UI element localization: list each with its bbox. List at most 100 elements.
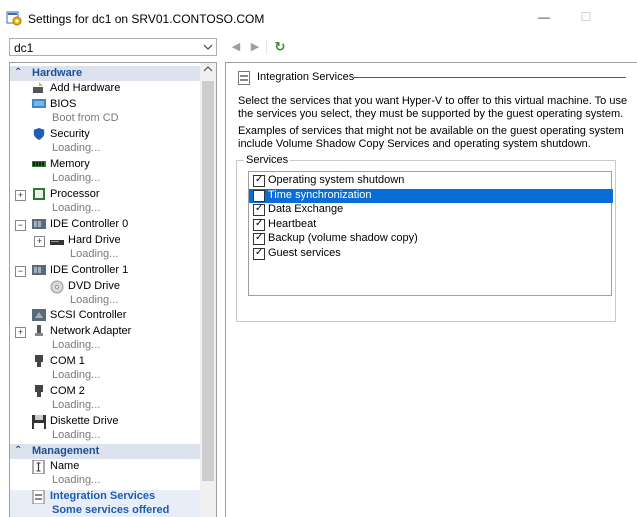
- expand-icon[interactable]: +: [15, 327, 26, 338]
- checkmark-icon: ✓: [255, 203, 264, 214]
- dvd-drive-label: DVD Drive: [68, 280, 120, 292]
- title-bar: Settings for dc1 on SRV01.CONTOSO.COM — …: [0, 0, 637, 36]
- network-sub: Loading...: [52, 339, 101, 351]
- window-title: Settings for dc1 on SRV01.CONTOSO.COM: [28, 12, 265, 26]
- dvd-drive-sub: Loading...: [70, 294, 119, 306]
- shield-icon: [33, 128, 45, 140]
- service-checkbox[interactable]: [253, 189, 265, 202]
- refresh-button[interactable]: ↻: [273, 40, 287, 54]
- com1-sub: Loading...: [52, 369, 101, 381]
- description-text: Select the services that you want Hyper-…: [238, 95, 628, 120]
- integration-services-icon: [32, 490, 45, 504]
- service-checkbox[interactable]: ✓: [253, 174, 265, 187]
- com1-label: COM 1: [50, 355, 85, 367]
- service-label: Operating system shutdown: [268, 174, 405, 186]
- name-icon: [32, 460, 45, 474]
- sidebar-item-memory[interactable]: Memory Loading...: [10, 158, 200, 186]
- service-checkbox[interactable]: ✓: [253, 217, 265, 231]
- sidebar-item-integration-services[interactable]: Integration Services Some services offer…: [10, 490, 200, 517]
- processor-label: Processor: [50, 188, 100, 200]
- name-sub: Loading...: [52, 474, 101, 486]
- processor-sub: Loading...: [52, 202, 101, 214]
- scrollbar-thumb[interactable]: [202, 81, 214, 481]
- settings-tree: ⌃ Hardware Add Hardware BIOS Boot from C…: [9, 62, 217, 517]
- examples-text: Examples of services that might not be a…: [238, 125, 624, 150]
- integration-services-icon: [238, 71, 250, 85]
- integration-label: Integration Services: [50, 490, 156, 502]
- scsi-controller-icon: [32, 309, 46, 321]
- collapse-icon: ⌃: [14, 67, 23, 78]
- name-label: Name: [50, 460, 80, 472]
- service-item[interactable]: ✓ Guest services: [249, 247, 613, 261]
- collapse-icon[interactable]: −: [15, 220, 26, 231]
- add-hardware-label: Add Hardware: [50, 82, 121, 94]
- security-sub: Loading...: [52, 142, 101, 154]
- sidebar-item-security[interactable]: Security Loading...: [10, 128, 200, 156]
- collapse-icon[interactable]: −: [15, 266, 26, 277]
- checkmark-icon: ✓: [255, 232, 264, 243]
- checkmark-icon: ✓: [255, 246, 264, 258]
- sidebar-item-bios[interactable]: BIOS Boot from CD: [10, 98, 200, 126]
- service-checkbox[interactable]: ✓: [253, 232, 265, 245]
- service-item[interactable]: Time synchronization: [249, 188, 613, 203]
- service-item[interactable]: ✓ Backup (volume shadow copy): [249, 232, 613, 246]
- com-port-icon: [35, 385, 43, 397]
- tree-scrollbar[interactable]: [200, 63, 216, 517]
- management-header-label: Management: [32, 445, 100, 457]
- service-label: Time synchronization: [268, 188, 372, 201]
- sidebar-item-network-adapter[interactable]: + Network Adapter Loading...: [10, 325, 200, 353]
- back-button[interactable]: ◀: [229, 40, 243, 54]
- com2-sub: Loading...: [52, 399, 101, 411]
- management-section-header[interactable]: ⌃ Management: [10, 444, 200, 459]
- service-label: Backup (volume shadow copy): [268, 232, 418, 244]
- security-label: Security: [50, 128, 90, 140]
- services-group-label: Services: [244, 154, 291, 166]
- pane-splitter[interactable]: [217, 58, 225, 517]
- collapse-icon: ⌃: [14, 445, 23, 456]
- checkmark-icon: ✓: [255, 217, 264, 229]
- hard-drive-label: Hard Drive: [68, 234, 121, 246]
- service-checkbox[interactable]: ✓: [253, 246, 265, 260]
- sidebar-item-name[interactable]: Name Loading...: [10, 460, 200, 488]
- chevron-down-icon: [203, 44, 213, 50]
- scroll-up-icon[interactable]: [203, 65, 213, 73]
- dvd-disc-icon: [50, 280, 64, 294]
- service-item[interactable]: ✓ Operating system shutdown: [249, 174, 613, 188]
- hardware-section-header[interactable]: ⌃ Hardware: [10, 66, 200, 81]
- processor-icon: [33, 188, 45, 200]
- sidebar-item-com1[interactable]: COM 1 Loading...: [10, 355, 200, 383]
- bios-label: BIOS: [50, 98, 77, 110]
- service-label: Data Exchange: [268, 203, 344, 215]
- sidebar-item-hard-drive[interactable]: + Hard Drive Loading...: [10, 234, 200, 262]
- memory-icon: [32, 161, 46, 167]
- title-divider: [354, 77, 626, 78]
- expand-icon[interactable]: +: [15, 190, 26, 201]
- ide1-label: IDE Controller 1: [50, 264, 129, 276]
- bios-chip-icon: [32, 99, 46, 108]
- service-label: Heartbeat: [268, 217, 317, 230]
- settings-app-icon: [6, 11, 22, 26]
- ide-controller-icon: [32, 265, 46, 275]
- vm-select-dropdown[interactable]: dc1: [9, 38, 217, 56]
- sidebar-item-diskette-drive[interactable]: Diskette Drive Loading...: [10, 415, 200, 443]
- forward-button[interactable]: ▶: [248, 40, 262, 54]
- sidebar-item-com2[interactable]: COM 2 Loading...: [10, 385, 200, 413]
- memory-label: Memory: [50, 158, 90, 170]
- sidebar-item-dvd-drive[interactable]: DVD Drive Loading...: [10, 280, 200, 308]
- network-label: Network Adapter: [50, 325, 132, 337]
- hardware-header-label: Hardware: [32, 67, 83, 79]
- maximize-button[interactable]: ☐: [576, 10, 596, 26]
- service-item[interactable]: ✓ Data Exchange: [249, 203, 613, 217]
- memory-sub: Loading...: [52, 172, 101, 184]
- ide-controller-icon: [32, 219, 46, 229]
- sidebar-item-processor[interactable]: + Processor Loading...: [10, 188, 200, 216]
- expand-icon[interactable]: +: [34, 236, 45, 247]
- service-checkbox[interactable]: ✓: [253, 203, 265, 216]
- service-item[interactable]: ✓ Heartbeat: [249, 218, 613, 232]
- add-hardware-icon: [33, 82, 43, 93]
- integration-sub: Some services offered: [52, 504, 170, 516]
- scsi-label: SCSI Controller: [50, 309, 127, 321]
- hard-drive-sub: Loading...: [70, 248, 119, 260]
- minimize-button[interactable]: —: [534, 10, 554, 26]
- toolbar-separator: [266, 40, 267, 54]
